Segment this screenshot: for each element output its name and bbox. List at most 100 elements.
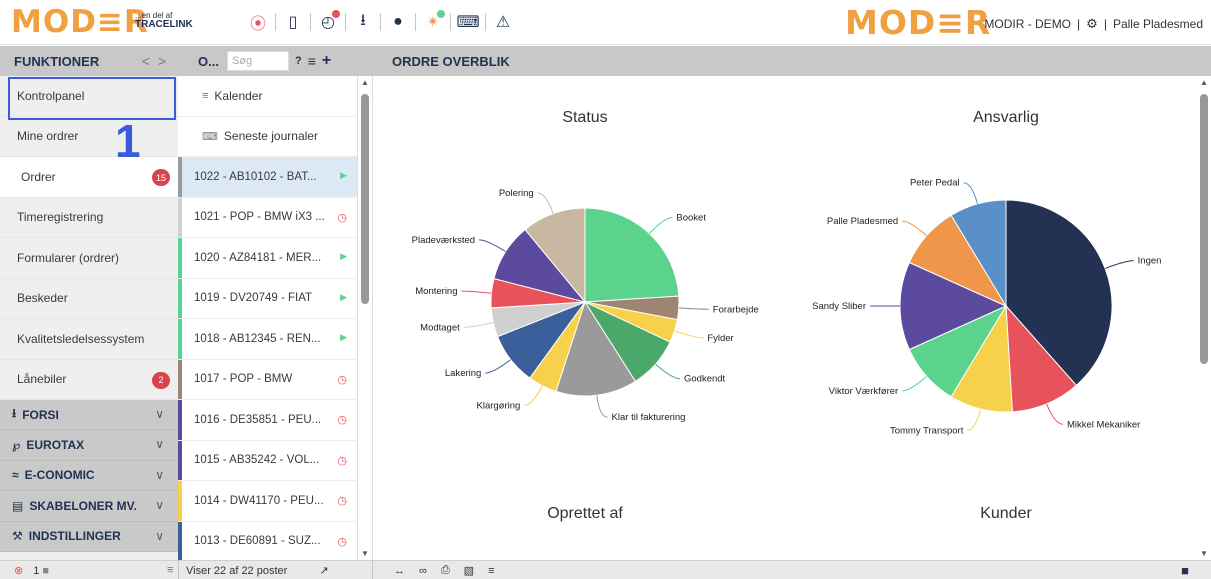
mobile-phone-icon[interactable]: ▯ — [280, 9, 306, 35]
help-icon[interactable]: ? — [295, 55, 302, 67]
chevron-down-icon[interactable]: ∨ — [155, 437, 164, 451]
scroll-up-icon[interactable]: ▲ — [361, 78, 369, 87]
scroll-down-icon[interactable]: ▼ — [361, 549, 369, 558]
orders-header: O... Søg ? ≡ + — [178, 46, 358, 76]
order-row[interactable]: 1014 - DW41170 - PEU... ◷ — [178, 481, 357, 522]
order-row[interactable]: 1018 - AB12345 - REN... ▶ — [178, 319, 357, 360]
menu-item[interactable]: Kvalitetsledelsessystem — [0, 319, 178, 360]
search-input[interactable]: Søg — [226, 51, 289, 71]
print-icon[interactable]: ⎙ — [441, 564, 450, 577]
chevron-down-icon[interactable]: ∨ — [155, 407, 164, 421]
pie-slice-label: Fylder — [707, 333, 733, 344]
clock-notification-icon[interactable]: ◴ — [315, 9, 341, 35]
play-icon[interactable]: ▶ — [340, 292, 347, 303]
play-icon[interactable]: ▶ — [340, 170, 347, 181]
link-icon[interactable]: ∞ — [419, 565, 427, 577]
chevron-down-icon[interactable]: ∨ — [155, 498, 164, 512]
orders-link[interactable]: ⌨ Seneste journaler — [178, 117, 357, 157]
chevron-down-icon[interactable]: ∨ — [155, 529, 164, 543]
lifebuoy-icon[interactable]: ⦿ — [245, 9, 271, 35]
section-icon: ▤ — [12, 498, 24, 513]
menu-item-label: Timeregistrering — [17, 210, 104, 225]
pie-slice-label: Lakering — [445, 368, 481, 379]
menu-item[interactable]: Formularer (ordrer) — [0, 238, 178, 279]
order-row[interactable]: 1013 - DE60891 - SUZ... ◷ — [178, 521, 357, 560]
download-icon[interactable]: ⭳ — [350, 9, 376, 35]
menu-item[interactable]: Timeregistrering — [0, 198, 178, 238]
clock-icon[interactable]: ◷ — [337, 535, 347, 548]
overview-scrollbar[interactable]: ▲ ▼ — [1197, 76, 1211, 560]
menu-item[interactable]: Beskeder — [0, 279, 178, 319]
status-color-strip — [178, 197, 182, 237]
menu-section[interactable]: ≈ E-CONOMIC ∨ — [0, 460, 178, 492]
order-row[interactable]: 1019 - DV20749 - FIAT ▶ — [178, 278, 357, 319]
menu-section[interactable]: ℘ EUROTAX ∨ — [0, 430, 178, 461]
user-name[interactable]: Palle Pladesmed — [1113, 17, 1203, 31]
scroll-up-icon[interactable]: ▲ — [1200, 78, 1208, 87]
overview-footer: ↔ ∞ ⎙ ▧ ≡ — [394, 561, 494, 579]
chat-bubble-icon[interactable]: ● — [385, 9, 411, 35]
user-area: MODIR - DEMO | ⚙ | Palle Pladesmed — [984, 16, 1203, 32]
menu-item[interactable]: Ordrer 15 — [0, 157, 178, 198]
export-icon[interactable]: ↗ — [319, 564, 328, 577]
overview-title: ORDRE OVERBLIK — [392, 53, 510, 69]
clock-icon[interactable]: ◷ — [337, 373, 347, 386]
play-icon[interactable]: ▶ — [340, 251, 347, 262]
company-name[interactable]: MODIR - DEMO — [984, 17, 1071, 31]
clock-icon[interactable]: ◷ — [337, 454, 347, 467]
keyboard-icon[interactable]: ⌨ — [455, 9, 481, 35]
clock-icon[interactable]: ◷ — [337, 211, 347, 224]
network-icon[interactable]: ✴ — [420, 9, 446, 35]
menu-section[interactable]: ▤ SKABELONER MV. ∨ — [0, 491, 178, 522]
toolbar: ⦿ ▯ ◴ ⭳ ● ✴ ⌨ ⚠ — [245, 9, 516, 35]
scroll-down-icon[interactable]: ▼ — [1200, 549, 1208, 558]
menu-section[interactable]: ⭳ FORSI ∨ — [0, 400, 178, 431]
pie-label-connector — [461, 290, 492, 294]
menu-item[interactable]: Mine ordrer — [0, 117, 178, 157]
order-row[interactable]: 1021 - POP - BMW iX3 ... ◷ — [178, 197, 357, 238]
chevron-down-icon[interactable]: ∨ — [155, 468, 164, 482]
menu-section[interactable]: ⚒ INDSTILLINGER ∨ — [0, 521, 178, 552]
clock-icon[interactable]: ◷ — [337, 413, 347, 426]
warning-icon[interactable]: ⚠ — [490, 9, 516, 35]
status-color-strip — [178, 238, 182, 278]
order-row[interactable]: 1017 - POP - BMW ◷ — [178, 359, 357, 400]
order-row[interactable]: 1022 - AB10102 - BAT... ▶ — [178, 157, 357, 198]
error-icon[interactable]: ⊗ — [14, 564, 23, 577]
menu-section-label: EUROTAX — [26, 438, 85, 453]
orders-link-label: Seneste journaler — [223, 129, 318, 144]
pie-slice-label: Palle Pladesmed — [827, 216, 898, 227]
status-color-strip — [178, 440, 182, 480]
layers-icon[interactable]: ≡ — [308, 53, 316, 69]
toolbar-divider — [450, 13, 451, 31]
modir-logo[interactable]: MOD≡R — [11, 4, 149, 40]
order-row[interactable]: 1016 - DE35851 - PEU... ◷ — [178, 400, 357, 441]
order-row[interactable]: 1015 - AB35242 - VOL... ◷ — [178, 440, 357, 481]
pie-slice-label: Godkendt — [684, 374, 726, 385]
panel-nav-arrows[interactable]: < > — [142, 53, 166, 69]
pie-slice-label: Booket — [676, 212, 706, 223]
divider — [372, 561, 373, 579]
orders-link[interactable]: ≡ Kalender — [178, 76, 357, 117]
orders-scrollbar[interactable]: ▲ ▼ — [358, 76, 372, 560]
menu-icon[interactable]: ≡ — [488, 565, 494, 577]
menu-section-label: E-CONOMIC — [24, 468, 95, 483]
scroll-thumb[interactable] — [1200, 94, 1208, 364]
charts-canvas: Status Booket Forarbejde Fylder Godkendt Klar… — [412, 109, 1162, 522]
order-row[interactable]: 1020 - AZ84181 - MER... ▶ — [178, 238, 357, 279]
pie-label-connector — [463, 322, 494, 328]
chat-icon[interactable]: ■ — [1181, 563, 1189, 578]
play-icon[interactable]: ▶ — [340, 332, 347, 343]
section-icon: ℘ — [12, 438, 21, 453]
pdf-icon[interactable]: ▧ — [464, 564, 474, 577]
record-count: Viser 22 af 22 poster — [186, 564, 288, 577]
add-icon[interactable]: + — [322, 52, 331, 70]
gear-icon[interactable]: ⚙ — [1086, 16, 1098, 32]
expand-width-icon[interactable]: ↔ — [394, 565, 405, 577]
scroll-thumb[interactable] — [361, 94, 369, 304]
pie-label-connector — [537, 192, 554, 214]
clock-icon[interactable]: ◷ — [337, 494, 347, 507]
filter-icon[interactable]: ⩳ — [167, 564, 173, 577]
pie-slice[interactable] — [584, 207, 680, 303]
menu-item[interactable]: Lånebiler 2 — [0, 360, 178, 400]
